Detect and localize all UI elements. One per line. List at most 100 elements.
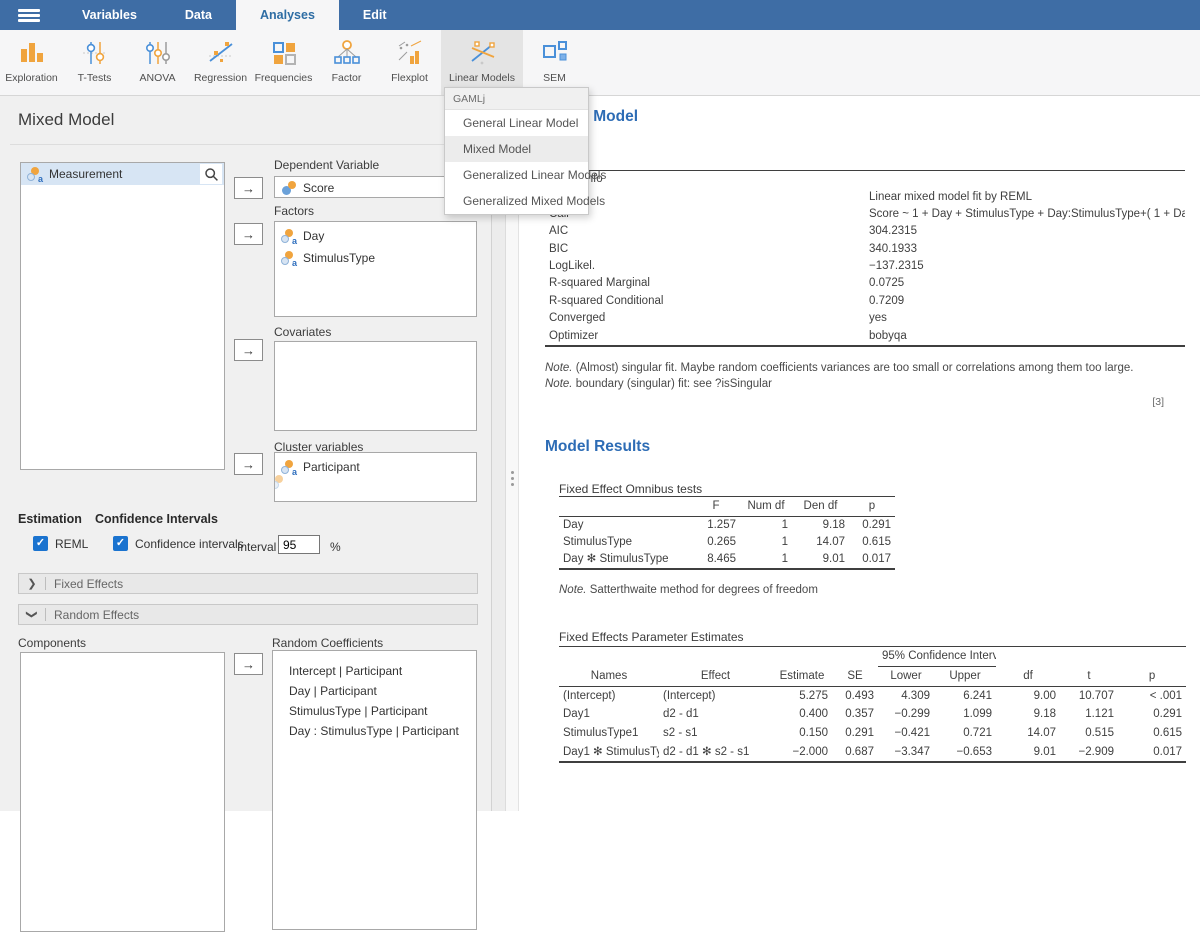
checkbox-checked-icon: ✓ [33,536,48,551]
factor-icon [332,37,362,69]
components-label: Components [18,636,86,650]
divider [45,608,46,621]
ribbon-flexplot[interactable]: Flexplot [378,30,441,95]
cluster-variables-box[interactable]: a Participant [274,452,477,502]
confidence-intervals-heading: Confidence Intervals [95,512,218,526]
sem-icon [540,37,570,69]
table-row: LogLikel.−137.2315 [545,258,1185,275]
reml-checkbox[interactable]: ✓ REML [33,536,88,551]
ribbon-exploration[interactable]: Exploration [0,30,63,95]
analyses-ribbon: Exploration T-Tests ANOVA Regression Fre… [0,30,1200,96]
table-row: Day1d2 - d10.4000.357−0.2991.0999.181.12… [559,706,1186,725]
menu-item-generalized-linear-models[interactable]: Generalized Linear Models [445,162,588,188]
mixed-model-options-panel: Mixed Model a Measurement → Dependent Va… [0,96,492,811]
variable-item-stimulustype[interactable]: a StimulusType [275,247,476,269]
table-row: Day1 ✻ StimulusType1d2 - d1 ✻ s2 - s1−2.… [559,743,1186,763]
factors-label: Factors [274,204,314,218]
chevron-right-icon: ❯ [19,577,45,590]
dependent-variable-label: Dependent Variable [274,158,379,172]
table-row: Day ✻ StimulusType8.46519.010.017 [559,551,895,569]
hamburger-menu-button[interactable] [0,0,58,30]
random-coefficients-label: Random Coefficients [272,636,383,650]
options-title: Mixed Model [18,110,114,130]
estimates-table: 95% Confidence Interval Names Effect Est… [559,646,1186,763]
model-info-table: Model Info Linear mixed model fit by REM… [545,170,1185,347]
table-row: R-squared Marginal0.0725 [545,275,1185,292]
tab-edit[interactable]: Edit [339,0,411,30]
estimation-heading: Estimation [18,512,82,526]
random-coefficient-item[interactable]: Intercept | Participant [289,661,476,681]
ribbon-regression[interactable]: Regression [189,30,252,95]
ribbon-label: Flexplot [391,72,428,84]
ribbon-t-tests[interactable]: T-Tests [63,30,126,95]
ribbon-label: SEM [543,72,566,84]
ribbon-label: Exploration [5,72,58,84]
t-tests-icon [80,37,110,69]
ribbon-linear-models[interactable]: Linear Models [441,30,523,95]
ribbon-anova[interactable]: ANOVA [126,30,189,95]
tab-analyses[interactable]: Analyses [236,0,339,30]
chevron-down-icon: ❯ [26,602,39,628]
table-row: Linear mixed model fit by REML [545,188,1185,205]
move-to-factors-button[interactable]: → [234,223,263,245]
ribbon-label: ANOVA [140,72,176,84]
nominal-variable-icon: a [27,167,43,182]
search-button[interactable] [200,164,222,184]
move-to-dependent-button[interactable]: → [234,177,263,199]
menu-item-generalized-mixed-models[interactable]: Generalized Mixed Models [445,188,588,214]
move-to-covariates-button[interactable]: → [234,339,263,361]
covariates-box[interactable] [274,341,477,431]
frequencies-icon [269,37,299,69]
menu-group-label: GAMLj [445,88,588,110]
factors-box[interactable]: a Day a StimulusType [274,221,477,317]
move-to-random-coefficients-button[interactable]: → [234,653,263,675]
interval-input[interactable] [278,535,320,554]
model-info-title: Model Info [545,171,1185,189]
estimates-table-title: Fixed Effects Parameter Estimates [559,630,744,644]
omnibus-table-title: Fixed Effect Omnibus tests [559,482,702,496]
tab-variables[interactable]: Variables [58,0,161,30]
ribbon-factor[interactable]: Factor [315,30,378,95]
table-row: BIC340.1933 [545,241,1185,258]
covariates-label: Covariates [274,325,331,339]
ribbon-label: T-Tests [78,72,112,84]
interval-label: Interval [237,540,276,554]
random-coefficients-box[interactable]: Intercept | Participant Day | Participan… [272,650,477,930]
components-box[interactable] [20,652,225,932]
model-results-title: Model Results [545,438,650,456]
random-coefficient-item[interactable]: Day : StimulusType | Participant [289,721,476,741]
nominal-variable-icon: a [281,251,297,266]
fixed-effects-section-header[interactable]: ❯ Fixed Effects [18,573,478,594]
regression-icon [206,37,236,69]
variable-item-participant[interactable]: a Participant [275,456,476,478]
variables-list[interactable]: a Measurement [20,162,225,470]
bar-chart-icon [17,37,47,69]
ribbon-frequencies[interactable]: Frequencies [252,30,315,95]
random-coefficient-item[interactable]: StimulusType | Participant [289,701,476,721]
reference-marker: [3] [1152,396,1164,408]
table-row: StimulusType1s2 - s10.1500.291−0.4210.72… [559,724,1186,743]
table-row: R-squared Conditional0.7209 [545,293,1185,310]
anova-icon [143,37,173,69]
linear-models-icon [467,37,497,69]
table-row: Day1.25719.180.291 [559,517,895,535]
table-row: (Intercept)(Intercept)5.2750.4934.3096.2… [559,687,1186,706]
move-to-cluster-button[interactable]: → [234,453,263,475]
confidence-intervals-checkbox[interactable]: ✓ Confidence intervals [113,536,244,551]
ribbon-sem[interactable]: SEM [523,30,586,95]
menu-item-general-linear-model[interactable]: General Linear Model [445,110,588,136]
ribbon-label: Factor [332,72,362,84]
hamburger-icon [18,7,40,24]
ribbon-label: Regression [194,72,247,84]
variable-item-measurement[interactable]: a Measurement [21,163,224,185]
table-row: StimulusType0.265114.070.615 [559,534,895,551]
variable-item-day[interactable]: a Day [275,225,476,247]
nominal-icon-ghost [274,475,287,490]
tab-data[interactable]: Data [161,0,236,30]
results-panel: Mixed Model Model Info Linear mixed mode… [519,96,1200,811]
table-row: AIC304.2315 [545,223,1185,240]
random-effects-section-header[interactable]: ❯ Random Effects [18,604,478,625]
random-coefficient-item[interactable]: Day | Participant [289,681,476,701]
menu-item-mixed-model[interactable]: Mixed Model [445,136,588,162]
app-tab-bar: Variables Data Analyses Edit [0,0,1200,30]
